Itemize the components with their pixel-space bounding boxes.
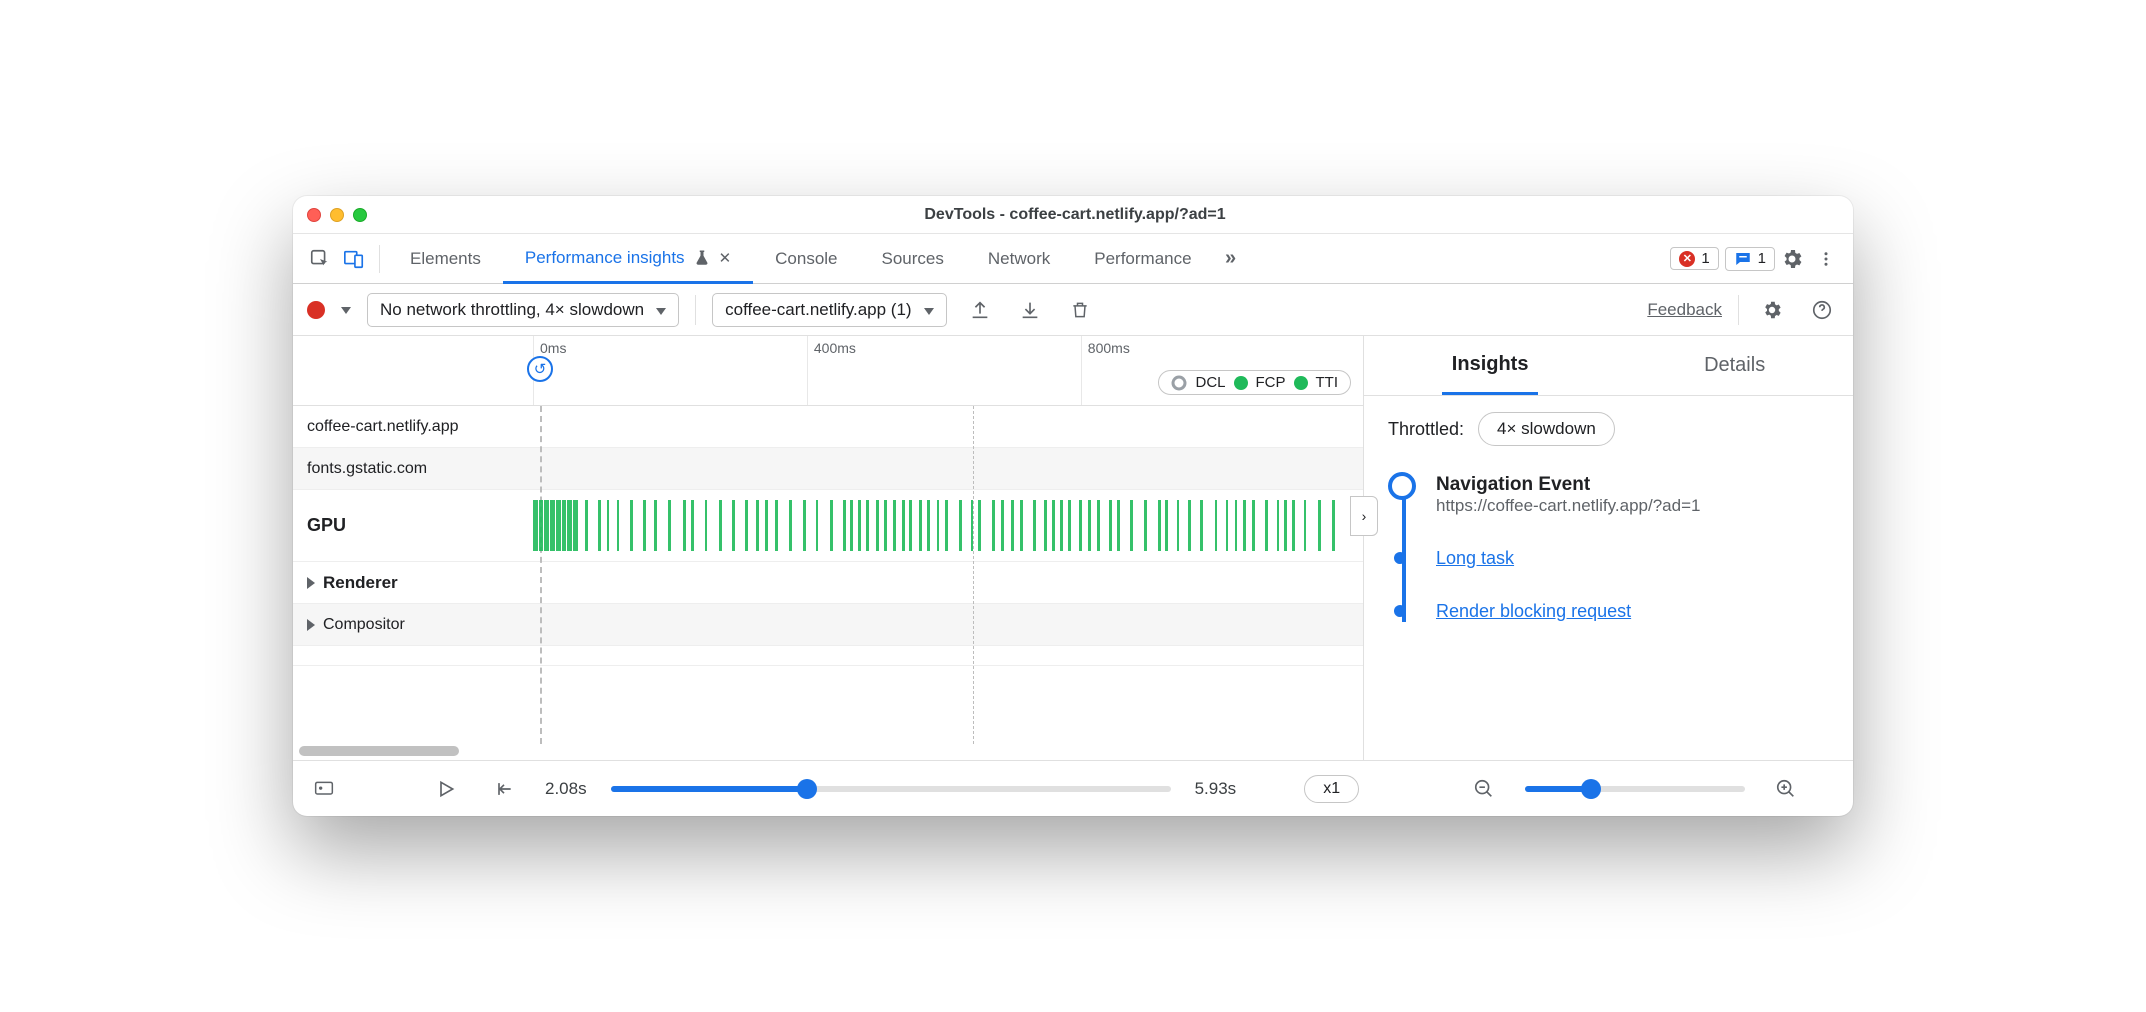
marker-dot-icon [1171, 375, 1187, 391]
timeline-rows[interactable]: coffee-cart.netlify.app fonts.gstatic.co… [293, 406, 1363, 744]
marker-dot-icon [1234, 376, 1248, 390]
panel-settings-icon[interactable] [1755, 293, 1789, 327]
marker-label: DCL [1195, 374, 1225, 391]
zoom-slider[interactable] [1525, 786, 1745, 792]
play-button[interactable] [429, 772, 463, 806]
event-url: https://coffee-cart.netlify.app/?ad=1 [1436, 496, 1829, 516]
error-icon: ✕ [1679, 251, 1695, 267]
delete-icon[interactable] [1063, 293, 1097, 327]
playback-footer: 2.08s 5.93s x1 [293, 760, 1853, 816]
minimize-window-button[interactable] [330, 208, 344, 222]
inspect-element-icon[interactable] [303, 242, 337, 276]
close-tab-icon[interactable]: ✕ [719, 249, 732, 267]
messages-badge[interactable]: 1 [1725, 247, 1775, 271]
row-label: Renderer [323, 573, 523, 593]
chevron-down-icon [656, 300, 666, 320]
panel-tabs: Elements Performance insights ✕ Console … [293, 234, 1853, 284]
horizontal-scrollbar[interactable] [293, 744, 1363, 760]
message-icon [1734, 250, 1752, 268]
tab-performance[interactable]: Performance [1072, 234, 1213, 283]
help-icon[interactable] [1805, 293, 1839, 327]
tab-label: Performance insights [525, 248, 685, 268]
row-label: coffee-cart.netlify.app [307, 418, 533, 436]
expand-triangle-icon[interactable] [307, 577, 315, 589]
panel-body: 0ms 400ms 800ms ↺ DCL FCP TTI [293, 336, 1853, 760]
throttle-label: Throttled: [1388, 419, 1464, 440]
chevron-down-icon [924, 300, 934, 320]
tab-network[interactable]: Network [966, 234, 1072, 283]
flask-icon [693, 248, 711, 268]
network-row[interactable]: fonts.gstatic.com [293, 448, 1363, 490]
timeline-panel: 0ms 400ms 800ms ↺ DCL FCP TTI [293, 336, 1363, 760]
maximize-window-button[interactable] [353, 208, 367, 222]
details-tabs: Insights Details [1364, 336, 1853, 396]
messages-count: 1 [1758, 250, 1766, 267]
kebab-menu-icon[interactable] [1809, 242, 1843, 276]
errors-count: 1 [1701, 250, 1709, 267]
feedback-link[interactable]: Feedback [1647, 300, 1722, 320]
export-icon[interactable] [963, 293, 997, 327]
timeline-ruler[interactable]: 0ms 400ms 800ms ↺ DCL FCP TTI [293, 336, 1363, 406]
playback-slider[interactable] [611, 786, 1171, 792]
compositor-row[interactable]: Compositor [293, 604, 1363, 646]
ruler-tick: 400ms [807, 336, 862, 405]
tab-insights[interactable]: Insights [1442, 337, 1539, 395]
timeline-row[interactable] [293, 646, 1363, 666]
insights-toolbar: No network throttling, 4× slowdown coffe… [293, 284, 1853, 336]
details-panel: › Insights Details Throttled: 4× slowdow… [1363, 336, 1853, 760]
window-title: DevTools - coffee-cart.netlify.app/?ad=1 [377, 206, 1773, 224]
marker-label: TTI [1316, 374, 1339, 391]
skip-start-button[interactable] [487, 772, 521, 806]
event-long-task[interactable]: Long task [1436, 548, 1829, 569]
row-label: GPU [307, 515, 533, 536]
event-link[interactable]: Render blocking request [1436, 601, 1631, 621]
speed-pill[interactable]: x1 [1304, 775, 1359, 803]
timing-markers: DCL FCP TTI [1158, 370, 1351, 395]
end-time: 5.93s [1195, 779, 1237, 799]
tab-performance-insights[interactable]: Performance insights ✕ [503, 235, 753, 284]
marker-label: FCP [1256, 374, 1286, 391]
tab-elements[interactable]: Elements [388, 234, 503, 283]
gpu-row[interactable]: GPU [293, 490, 1363, 562]
more-tabs-icon[interactable]: » [1214, 242, 1248, 276]
tab-sources[interactable]: Sources [860, 234, 966, 283]
playhead-handle[interactable]: ↺ [527, 356, 553, 382]
errors-badge[interactable]: ✕ 1 [1670, 247, 1718, 270]
event-navigation[interactable]: Navigation Event https://coffee-cart.net… [1436, 474, 1829, 516]
event-link[interactable]: Long task [1436, 548, 1514, 568]
toggle-view-icon[interactable] [307, 772, 341, 806]
throttling-select[interactable]: No network throttling, 4× slowdown [367, 293, 679, 327]
gpu-activity-bars [533, 500, 1335, 551]
import-icon[interactable] [1013, 293, 1047, 327]
event-title: Navigation Event [1436, 474, 1829, 496]
throttle-value-chip[interactable]: 4× slowdown [1478, 412, 1615, 446]
devtools-window: DevTools - coffee-cart.netlify.app/?ad=1… [293, 196, 1853, 816]
ruler-tick: 800ms [1081, 336, 1136, 405]
zoom-out-icon[interactable] [1467, 772, 1501, 806]
tab-details[interactable]: Details [1694, 338, 1775, 393]
zoom-in-icon[interactable] [1769, 772, 1803, 806]
marker-dot-icon [1294, 376, 1308, 390]
settings-icon[interactable] [1775, 242, 1809, 276]
tab-console[interactable]: Console [753, 234, 859, 283]
recording-label: coffee-cart.netlify.app (1) [725, 300, 911, 320]
throttle-info: Throttled: 4× slowdown [1388, 412, 1829, 446]
expand-triangle-icon[interactable] [307, 619, 315, 631]
row-label: Compositor [323, 616, 523, 634]
network-row[interactable]: coffee-cart.netlify.app [293, 406, 1363, 448]
traffic-lights [307, 208, 367, 222]
recording-select[interactable]: coffee-cart.netlify.app (1) [712, 293, 946, 327]
event-render-blocking[interactable]: Render blocking request [1436, 601, 1829, 622]
insights-event-list: Navigation Event https://coffee-cart.net… [1388, 474, 1829, 622]
renderer-row[interactable]: Renderer [293, 562, 1363, 604]
titlebar: DevTools - coffee-cart.netlify.app/?ad=1 [293, 196, 1853, 234]
record-options-dropdown[interactable] [341, 301, 351, 319]
throttling-label: No network throttling, 4× slowdown [380, 300, 644, 320]
toggle-device-icon[interactable] [337, 242, 371, 276]
start-time: 2.08s [545, 779, 587, 799]
collapse-panel-button[interactable]: › [1350, 496, 1378, 536]
close-window-button[interactable] [307, 208, 321, 222]
record-button[interactable] [307, 301, 325, 319]
row-label: fonts.gstatic.com [307, 460, 533, 478]
